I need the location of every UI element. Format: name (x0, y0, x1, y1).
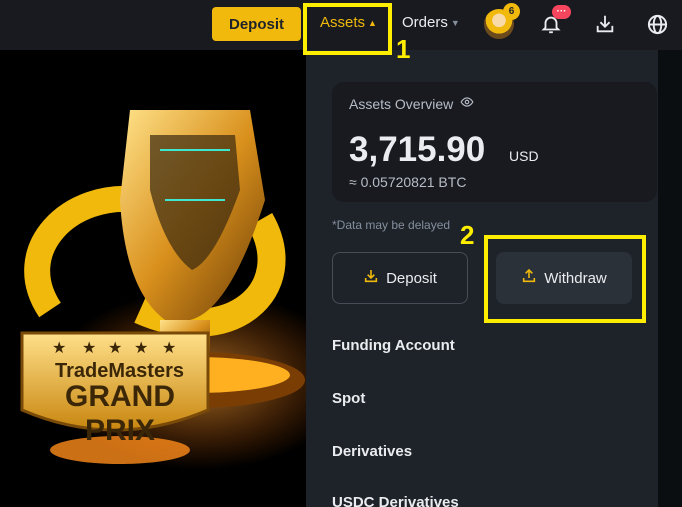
deposit-top-button[interactable]: Deposit (212, 7, 301, 41)
menu-item-funding-account[interactable]: Funding Account (332, 337, 455, 354)
menu-item-usdc-derivatives[interactable]: USDC Derivatives (332, 494, 459, 507)
step-marker-1: 1 (396, 34, 411, 64)
data-delay-note: *Data may be delayed (332, 218, 451, 232)
svg-text:★: ★ (82, 338, 96, 357)
total-assets-amount: 3,715.90 (349, 130, 486, 169)
caret-down-icon: ▼ (450, 17, 460, 28)
orders-nav-item[interactable]: Orders ▼ (402, 14, 460, 31)
deposit-button[interactable]: Deposit (332, 252, 468, 304)
download-icon[interactable] (592, 11, 618, 37)
eye-icon[interactable] (460, 95, 474, 112)
orders-nav-label: Orders (402, 14, 448, 31)
svg-text:★: ★ (162, 338, 176, 357)
banner-title-line2: GRAND PRIX (65, 380, 175, 447)
svg-text:★: ★ (108, 338, 122, 357)
assets-overview-title: Assets Overview (349, 95, 454, 112)
btc-equivalent: ≈ 0.05720821 BTC (349, 174, 467, 190)
svg-text:★: ★ (134, 338, 148, 357)
menu-item-derivatives[interactable]: Derivatives (332, 443, 412, 460)
assets-overview-label: Assets Overview (349, 95, 474, 112)
menu-item-spot[interactable]: Spot (332, 390, 365, 407)
step-marker-2: 2 (460, 220, 475, 250)
deposit-button-label: Deposit (386, 269, 437, 287)
notification-badge: ··· (552, 5, 571, 19)
svg-text:★: ★ (52, 338, 66, 357)
promo-banner[interactable]: ★ ★ ★ ★ ★ TradeMasters GRAND PRIX (0, 50, 306, 507)
globe-icon[interactable] (644, 11, 670, 37)
avatar-badge: 6 (503, 3, 520, 20)
total-assets-currency: USD (509, 148, 539, 164)
download-icon (363, 268, 379, 288)
highlight-assets (303, 3, 392, 55)
highlight-withdraw (484, 235, 646, 323)
page-background-strip (658, 50, 682, 507)
